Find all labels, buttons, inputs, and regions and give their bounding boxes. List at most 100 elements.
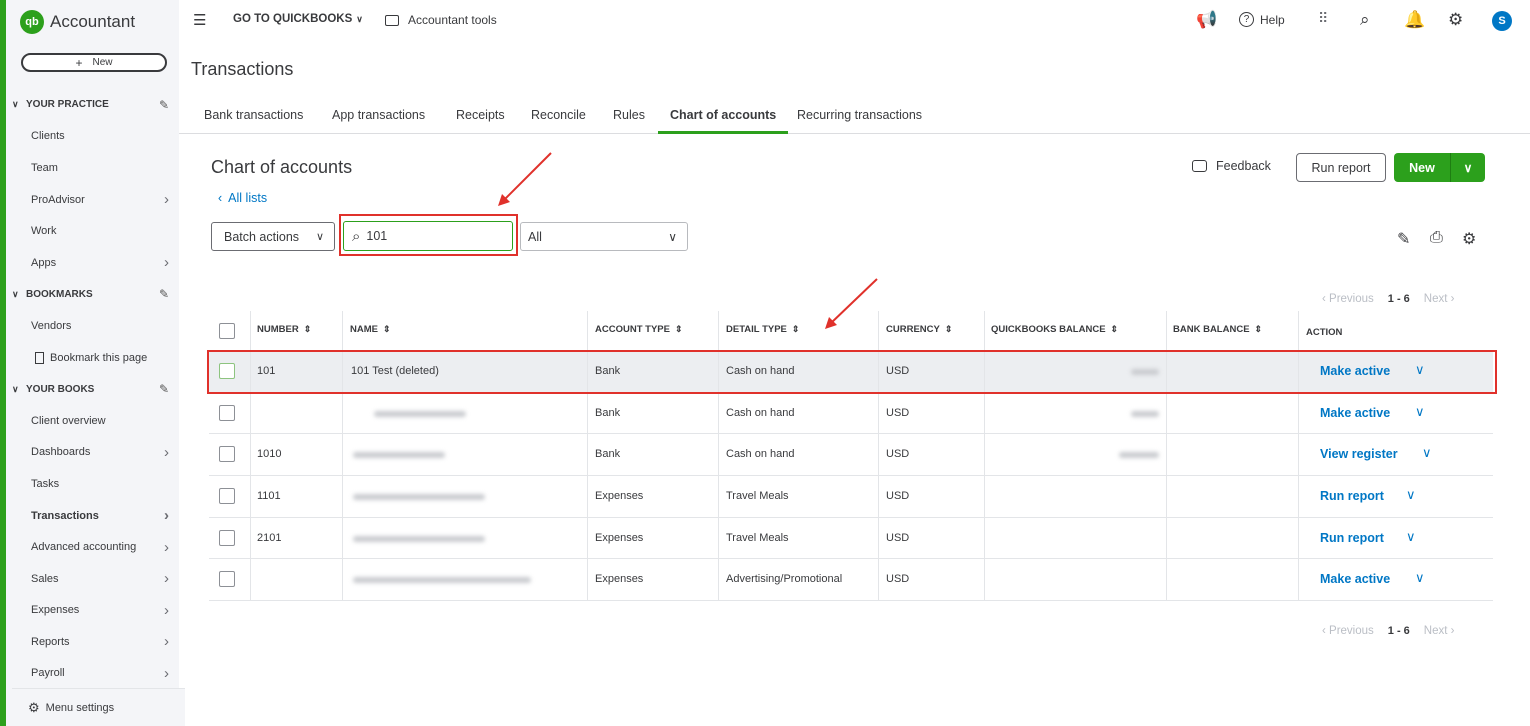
next-button[interactable]: Next ›	[1424, 625, 1455, 637]
sidebar-item-client-overview[interactable]: Client overview	[6, 405, 179, 437]
sidebar-item-proadvisor[interactable]: ProAdvisor ›	[6, 184, 179, 216]
bell-icon[interactable]: 🔔	[1404, 10, 1425, 30]
account-filter-dropdown[interactable]: All ∨	[520, 222, 688, 251]
menu-settings-button[interactable]: ⚙ Menu settings	[12, 688, 185, 726]
sidebar-item-transactions[interactable]: Transactions ›	[6, 500, 179, 532]
sidebar-item-label: Reports	[31, 635, 70, 648]
pencil-icon[interactable]: ✎	[1397, 229, 1410, 249]
new-dropdown-chevron-icon[interactable]: ∨	[1451, 153, 1485, 182]
col-quickbooks-balance[interactable]: QUICKBOOKS BALANCE ⇕	[991, 324, 1118, 335]
megaphone-icon[interactable]: 📢	[1196, 10, 1217, 30]
col-currency[interactable]: CURRENCY ⇕	[886, 324, 952, 335]
row-action-button[interactable]: Run report	[1320, 531, 1384, 545]
sidebar-item-vendors[interactable]: Vendors	[6, 310, 179, 342]
apps-grid-icon[interactable]: ⠿	[1318, 10, 1328, 27]
sidebar-item-dashboards[interactable]: Dashboards ›	[6, 437, 179, 469]
section-bookmarks[interactable]: ∨ BOOKMARKS ✎	[6, 279, 179, 311]
gear-icon[interactable]: ⚙	[1448, 10, 1463, 30]
all-lists-link[interactable]: ‹ All lists	[218, 191, 267, 205]
tab-app-transactions[interactable]: App transactions	[332, 108, 425, 134]
sidebar-item-sales[interactable]: Sales ›	[6, 563, 179, 595]
sidebar-nav: ∨ YOUR PRACTICE ✎ Clients Team ProAdviso…	[6, 89, 179, 689]
sidebar-item-advanced-accounting[interactable]: Advanced accounting ›	[6, 531, 179, 563]
chevron-down-icon[interactable]: ∨	[1422, 445, 1432, 461]
sidebar-item-payroll[interactable]: Payroll ›	[6, 658, 179, 690]
sidebar-item-work[interactable]: Work	[6, 215, 179, 247]
help-button[interactable]: ? Help	[1239, 12, 1285, 27]
sidebar-item-clients[interactable]: Clients	[6, 121, 179, 153]
column-separator	[984, 392, 985, 434]
table-row[interactable]: Bank Cash on hand USD Make active ∨	[209, 392, 1493, 435]
row-checkbox[interactable]	[219, 488, 235, 505]
tab-recurring-transactions[interactable]: Recurring transactions	[797, 108, 922, 134]
tab-receipts[interactable]: Receipts	[456, 108, 505, 134]
search-icon[interactable]: ⌕	[1360, 10, 1370, 30]
new-account-button[interactable]: New	[1394, 153, 1451, 182]
tab-reconcile[interactable]: Reconcile	[531, 108, 586, 134]
table-row[interactable]: 1010 Bank Cash on hand USD View register…	[209, 434, 1493, 477]
cell-currency: USD	[886, 573, 910, 586]
sidebar-item-reports[interactable]: Reports ›	[6, 626, 179, 658]
pencil-icon[interactable]: ✎	[159, 98, 169, 112]
search-field[interactable]: ⌕	[343, 221, 513, 251]
row-action-button[interactable]: Make active	[1320, 406, 1390, 420]
pencil-icon[interactable]: ✎	[159, 287, 169, 301]
tab-bar: Bank transactions App transactions Recei…	[179, 100, 1530, 134]
quickbooks-logo-icon: qb	[20, 10, 44, 34]
column-separator	[984, 434, 985, 476]
sidebar-item-tasks[interactable]: Tasks	[6, 468, 179, 500]
tab-chart-of-accounts[interactable]: Chart of accounts	[658, 108, 789, 134]
print-icon[interactable]: ⎙	[1430, 229, 1443, 247]
gear-icon[interactable]: ⚙	[1462, 229, 1476, 249]
pencil-icon[interactable]: ✎	[159, 382, 169, 396]
brand[interactable]: qb Accountant	[20, 10, 135, 34]
col-detail-type[interactable]: DETAIL TYPE ⇕	[726, 324, 799, 335]
sidebar-item-bookmark-page[interactable]: Bookmark this page	[6, 342, 179, 374]
column-separator	[1166, 434, 1167, 476]
user-avatar[interactable]: S	[1492, 11, 1512, 31]
new-label: New	[92, 57, 113, 68]
annotation-arrow-search	[502, 152, 552, 202]
chevron-down-icon[interactable]: ∨	[1415, 570, 1425, 586]
row-checkbox[interactable]	[219, 446, 235, 463]
feedback-button[interactable]: Feedback	[1192, 159, 1271, 173]
search-input[interactable]	[366, 229, 487, 243]
sidebar-item-team[interactable]: Team	[6, 152, 179, 184]
table-row[interactable]: 2101 Expenses Travel Meals USD Run repor…	[209, 517, 1493, 560]
row-checkbox[interactable]	[219, 571, 235, 588]
col-bank-balance[interactable]: BANK BALANCE ⇕	[1173, 324, 1262, 335]
column-separator	[984, 311, 985, 350]
go-to-quickbooks-button[interactable]: GO TO QUICKBOOKS ∨	[233, 13, 363, 25]
row-checkbox[interactable]	[219, 529, 235, 546]
pager-bottom: ‹ Previous 1 - 6 Next ›	[1322, 625, 1454, 637]
batch-actions-dropdown[interactable]: Batch actions ∨	[211, 222, 335, 251]
collapse-menu-icon[interactable]: ☰	[193, 11, 206, 29]
sort-icon: ⇕	[791, 324, 800, 334]
chevron-down-icon[interactable]: ∨	[1406, 529, 1416, 545]
next-button[interactable]: Next ›	[1424, 293, 1455, 305]
section-your-practice[interactable]: ∨ YOUR PRACTICE ✎	[6, 89, 179, 121]
chevron-down-icon[interactable]: ∨	[1406, 487, 1416, 503]
previous-button[interactable]: ‹ Previous	[1322, 293, 1374, 305]
table-row[interactable]: 1101 Expenses Travel Meals USD Run repor…	[209, 476, 1493, 518]
chevron-down-icon[interactable]: ∨	[1415, 404, 1425, 420]
previous-button[interactable]: ‹ Previous	[1322, 625, 1374, 637]
run-report-button[interactable]: Run report	[1296, 153, 1386, 182]
row-action-button[interactable]: View register	[1320, 447, 1398, 461]
row-action-button[interactable]: Run report	[1320, 489, 1384, 503]
column-separator	[878, 434, 879, 476]
tab-bank-transactions[interactable]: Bank transactions	[204, 108, 303, 134]
col-name[interactable]: NAME ⇕	[350, 324, 391, 335]
table-row[interactable]: Expenses Advertising/Promotional USD Mak…	[209, 559, 1493, 602]
sidebar-item-expenses[interactable]: Expenses ›	[6, 595, 179, 627]
tab-rules[interactable]: Rules	[613, 108, 645, 134]
row-action-button[interactable]: Make active	[1320, 572, 1390, 586]
select-all-checkbox[interactable]	[219, 323, 235, 339]
col-account-type[interactable]: ACCOUNT TYPE ⇕	[595, 324, 683, 335]
sidebar-item-apps[interactable]: Apps ›	[6, 247, 179, 279]
col-number[interactable]: NUMBER ⇕	[257, 324, 311, 335]
sidebar-new-button[interactable]: + New	[21, 53, 167, 72]
accountant-tools-button[interactable]: Accountant tools	[385, 13, 497, 27]
row-checkbox[interactable]	[219, 404, 235, 421]
section-your-books[interactable]: ∨ YOUR BOOKS ✎	[6, 373, 179, 405]
